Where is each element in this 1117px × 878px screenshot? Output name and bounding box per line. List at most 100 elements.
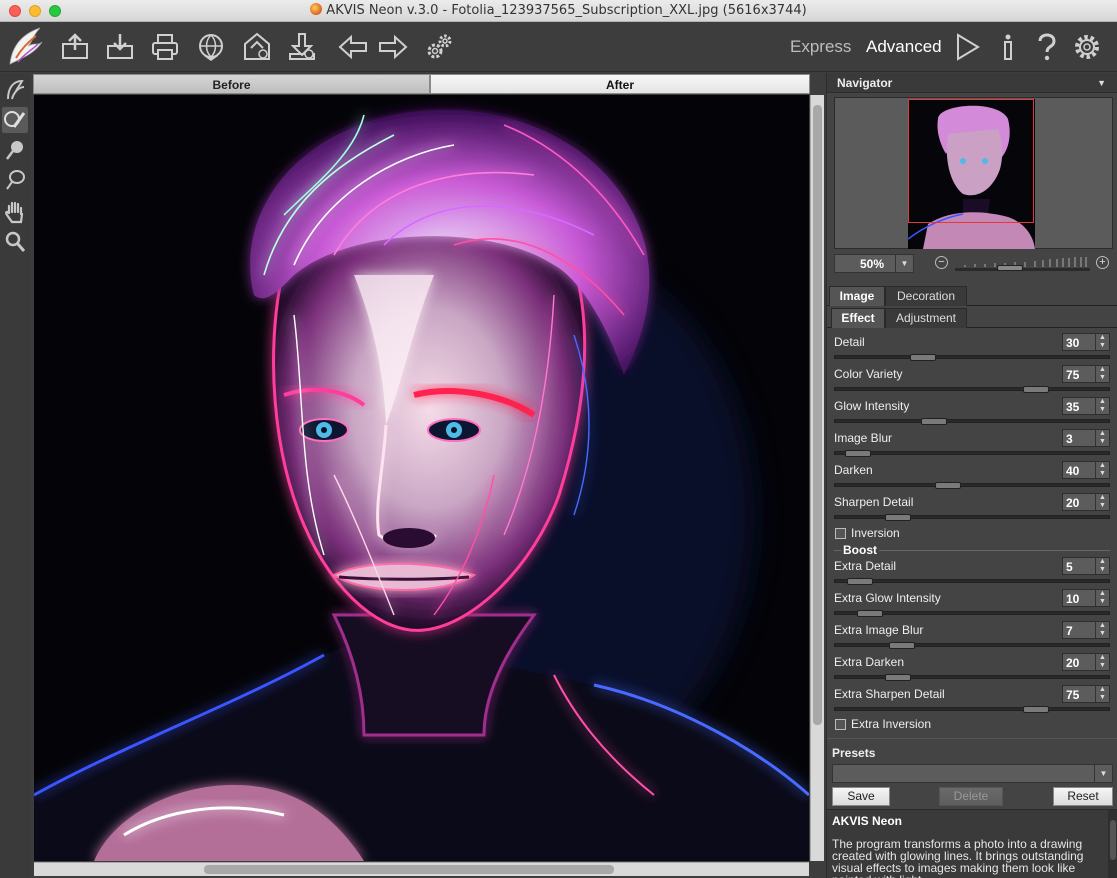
tab-effect[interactable]: Effect: [831, 308, 885, 328]
help-scrollbar[interactable]: [1108, 810, 1117, 878]
batch-icon[interactable]: [240, 30, 274, 64]
chevron-down-icon[interactable]: ▼: [1094, 765, 1112, 782]
lasso-icon[interactable]: [2, 167, 28, 193]
sharpen-detail-value-input[interactable]: 20 ▲ ▼: [1062, 493, 1110, 511]
param-label-extra-image-blur: Extra Image Blur: [834, 623, 924, 637]
extra-glow-intensity-slider[interactable]: [834, 610, 1110, 617]
stepper-icon[interactable]: ▲ ▼: [1095, 558, 1109, 574]
slider-handle[interactable]: [889, 642, 915, 649]
print-icon[interactable]: [148, 30, 182, 64]
reset-preset-button[interactable]: Reset: [1053, 787, 1113, 806]
zoom-icon[interactable]: [2, 229, 28, 255]
stroke-icon[interactable]: [2, 77, 28, 103]
result-image[interactable]: [34, 95, 809, 861]
stepper-icon[interactable]: ▲ ▼: [1095, 462, 1109, 478]
slider-handle[interactable]: [935, 482, 961, 489]
chevron-down-icon[interactable]: ▼: [1097, 78, 1106, 88]
darken-slider[interactable]: [834, 482, 1110, 489]
tab-image[interactable]: Image: [829, 286, 885, 306]
slider-handle[interactable]: [1023, 386, 1049, 393]
inversion-checkbox[interactable]: [835, 528, 846, 539]
stepper-icon[interactable]: ▲ ▼: [1095, 430, 1109, 446]
glow-intensity-value-input[interactable]: 35 ▲ ▼: [1062, 397, 1110, 415]
hand-icon[interactable]: [2, 199, 28, 225]
slider-handle[interactable]: [921, 418, 947, 425]
advanced-mode-button[interactable]: Advanced: [866, 37, 942, 57]
delete-preset-button[interactable]: Delete: [939, 787, 1003, 806]
zoom-select[interactable]: 50% ▼: [834, 254, 914, 273]
color-variety-value-input[interactable]: 75 ▲ ▼: [1062, 365, 1110, 383]
stepper-icon[interactable]: ▲ ▼: [1095, 686, 1109, 702]
horizontal-scrollbar[interactable]: [34, 862, 809, 876]
extra-image-blur-slider[interactable]: [834, 642, 1110, 649]
tab-adjustment[interactable]: Adjustment: [885, 308, 967, 328]
extra-image-blur-value-input[interactable]: 7 ▲ ▼: [1062, 621, 1110, 639]
navigator-header[interactable]: Navigator ▼: [827, 73, 1117, 93]
stepper-icon[interactable]: ▲ ▼: [1095, 622, 1109, 638]
slider-handle[interactable]: [845, 450, 871, 457]
zoom-out-icon[interactable]: −: [935, 256, 948, 269]
stepper-icon[interactable]: ▲ ▼: [1095, 334, 1109, 350]
save-icon[interactable]: [103, 30, 137, 64]
darken-value-input[interactable]: 40 ▲ ▼: [1062, 461, 1110, 479]
slider-handle[interactable]: [910, 354, 936, 361]
horizontal-scroll-thumb[interactable]: [204, 865, 614, 874]
slider-handle[interactable]: [885, 514, 911, 521]
open-icon[interactable]: [58, 30, 92, 64]
settings-icon[interactable]: [1070, 30, 1104, 64]
image-blur-value-input[interactable]: 3 ▲ ▼: [1062, 429, 1110, 447]
param-value: 5: [1066, 560, 1073, 574]
run-icon[interactable]: [950, 30, 984, 64]
detail-value-input[interactable]: 30 ▲ ▼: [1062, 333, 1110, 351]
stepper-icon[interactable]: ▲ ▼: [1095, 398, 1109, 414]
extra-sharpen-detail-value-input[interactable]: 75 ▲ ▼: [1062, 685, 1110, 703]
panel-sub-tabs: Effect Adjustment: [827, 308, 1117, 328]
info-icon[interactable]: [991, 30, 1025, 64]
eraser-icon[interactable]: [2, 137, 28, 163]
tab-after[interactable]: After: [430, 74, 810, 94]
extra-darken-value-input[interactable]: 20 ▲ ▼: [1062, 653, 1110, 671]
help-scroll-thumb[interactable]: [1110, 820, 1116, 860]
forward-icon[interactable]: [376, 30, 410, 64]
express-mode-button[interactable]: Express: [790, 37, 851, 57]
slider-handle[interactable]: [1023, 706, 1049, 713]
extra-inversion-checkbox[interactable]: [835, 719, 846, 730]
navigator-viewport-frame[interactable]: [908, 99, 1034, 223]
extra-glow-intensity-value-input[interactable]: 10 ▲ ▼: [1062, 589, 1110, 607]
back-icon[interactable]: [336, 30, 370, 64]
navigator-view[interactable]: [834, 97, 1113, 249]
extra-sharpen-detail-slider[interactable]: [834, 706, 1110, 713]
glow-intensity-slider[interactable]: [834, 418, 1110, 425]
sharpen-detail-slider[interactable]: [834, 514, 1110, 521]
zoom-slider-handle[interactable]: [997, 265, 1023, 271]
slider-handle[interactable]: [847, 578, 873, 585]
tab-decoration[interactable]: Decoration: [885, 286, 967, 306]
detail-slider[interactable]: [834, 354, 1110, 361]
color-variety-slider[interactable]: [834, 386, 1110, 393]
extra-detail-value-input[interactable]: 5 ▲ ▼: [1062, 557, 1110, 575]
param-value: 7: [1066, 624, 1073, 638]
presets-select[interactable]: ▼: [832, 764, 1113, 783]
vertical-scroll-thumb[interactable]: [813, 105, 822, 725]
plugin-icon[interactable]: [285, 30, 319, 64]
param-value: 20: [1066, 656, 1080, 670]
stepper-icon[interactable]: ▲ ▼: [1095, 590, 1109, 606]
stepper-icon[interactable]: ▲ ▼: [1095, 494, 1109, 510]
help-icon[interactable]: [1030, 30, 1064, 64]
vertical-scrollbar[interactable]: [810, 95, 824, 861]
title-bar: AKVIS Neon v.3.0 - Fotolia_123937565_Sub…: [0, 0, 1117, 22]
share-icon[interactable]: [194, 30, 228, 64]
chevron-down-icon[interactable]: ▼: [895, 255, 913, 272]
tab-before[interactable]: Before: [33, 74, 430, 94]
brush-icon[interactable]: [2, 107, 28, 133]
stepper-icon[interactable]: ▲ ▼: [1095, 366, 1109, 382]
save-preset-button[interactable]: Save: [832, 787, 890, 806]
extra-darken-slider[interactable]: [834, 674, 1110, 681]
extra-detail-slider[interactable]: [834, 578, 1110, 585]
zoom-in-icon[interactable]: +: [1096, 256, 1109, 269]
slider-handle[interactable]: [885, 674, 911, 681]
slider-handle[interactable]: [857, 610, 883, 617]
stepper-icon[interactable]: ▲ ▼: [1095, 654, 1109, 670]
preferences-icon[interactable]: [422, 30, 456, 64]
image-blur-slider[interactable]: [834, 450, 1110, 457]
